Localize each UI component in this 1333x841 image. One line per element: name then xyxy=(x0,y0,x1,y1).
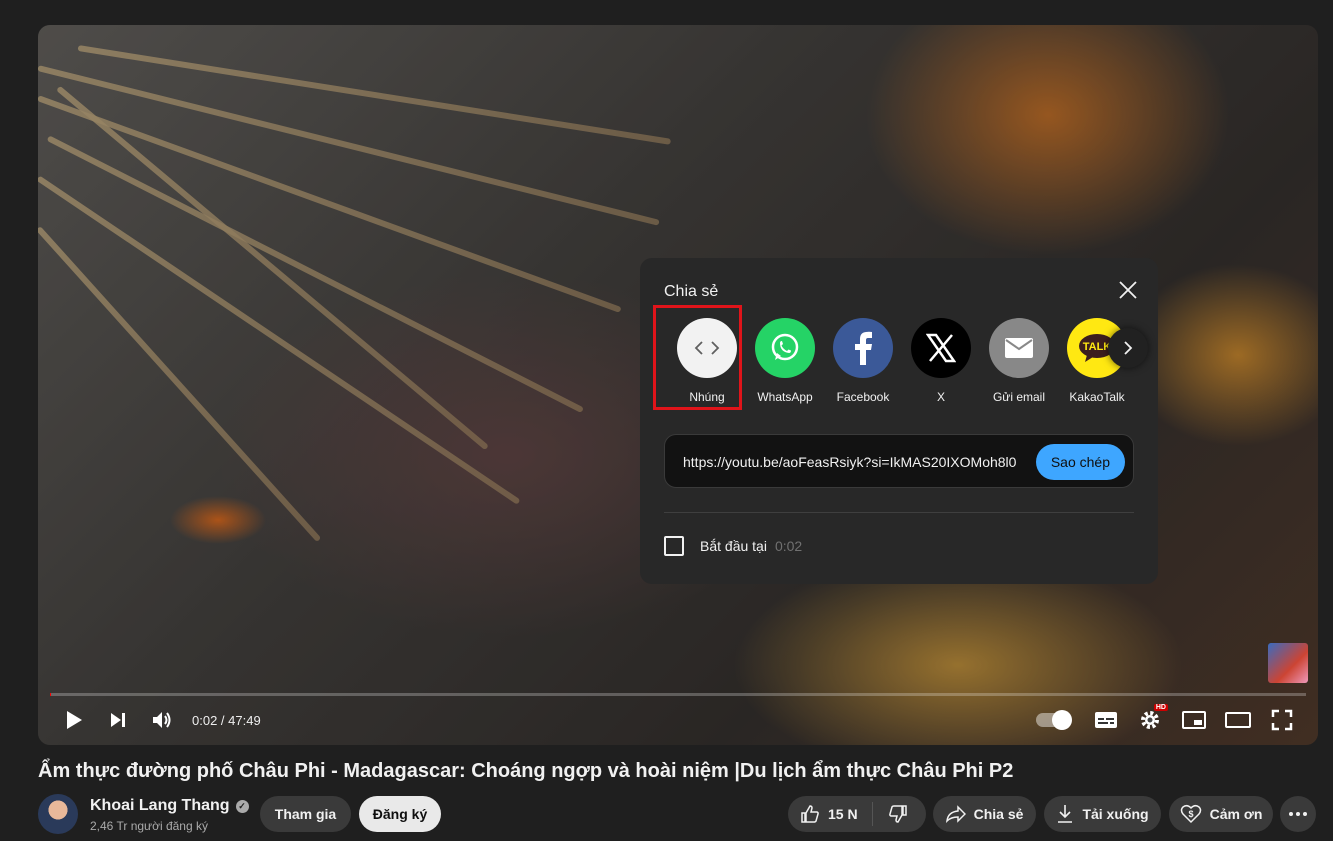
close-button[interactable] xyxy=(1116,278,1140,302)
autoplay-toggle[interactable] xyxy=(1036,710,1072,730)
share-button[interactable]: Chia sẻ xyxy=(933,796,1036,832)
channel-watermark[interactable] xyxy=(1268,643,1308,683)
fullscreen-button[interactable] xyxy=(1260,698,1304,742)
player-controls: 0:02 / 47:49 HD xyxy=(38,695,1318,745)
video-title: Ẩm thực đường phố Châu Phi - Madagascar:… xyxy=(38,760,1014,782)
total-duration: 47:49 xyxy=(228,712,261,728)
dislike-button[interactable] xyxy=(873,796,923,832)
share-button-label: Chia sẻ xyxy=(973,806,1024,822)
fullscreen-icon xyxy=(1271,709,1293,731)
subtitles-button[interactable] xyxy=(1084,698,1128,742)
share-target-label: Facebook xyxy=(836,390,890,404)
start-at-row: Bắt đầu tại 0:02 xyxy=(664,536,802,556)
share-target-label: WhatsApp xyxy=(757,390,813,404)
share-target-whatsapp[interactable]: WhatsApp xyxy=(746,318,824,404)
verified-icon: ✓ xyxy=(235,799,249,813)
share-url: https://youtu.be/aoFeasRsiyk?si=IkMAS20I… xyxy=(683,454,1017,470)
gear-icon xyxy=(1141,711,1159,729)
share-next-button[interactable] xyxy=(1108,328,1148,368)
close-icon xyxy=(1119,281,1137,299)
share-dialog-title: Chia sẻ xyxy=(664,283,719,300)
subtitles-icon xyxy=(1095,712,1117,728)
subscribe-button[interactable]: Đăng ký xyxy=(359,796,441,832)
download-icon xyxy=(1058,805,1073,823)
time-separator: / xyxy=(217,712,229,728)
divider xyxy=(664,512,1134,513)
next-icon xyxy=(111,713,125,727)
play-button[interactable] xyxy=(52,698,96,742)
start-at-label: Bắt đầu tại xyxy=(700,538,767,554)
chevron-right-icon xyxy=(1124,341,1133,355)
download-button-label: Tải xuống xyxy=(1082,806,1149,822)
share-dialog: Chia sẻ Nhúng WhatsApp Facebook X Gửi em… xyxy=(640,258,1158,584)
thumbs-up-icon xyxy=(801,805,819,823)
share-target-label: KakaoTalk xyxy=(1069,390,1125,404)
more-horizontal-icon xyxy=(1289,812,1307,816)
thanks-button[interactable]: $ Cảm ơn xyxy=(1169,796,1273,832)
volume-icon xyxy=(153,712,171,728)
svg-text:$: $ xyxy=(1188,809,1193,819)
x-icon xyxy=(911,318,971,378)
channel-name[interactable]: Khoai Lang Thang xyxy=(90,797,230,815)
share-target-label: Gửi email xyxy=(992,390,1046,404)
volume-button[interactable] xyxy=(140,698,184,742)
miniplayer-button[interactable] xyxy=(1172,698,1216,742)
share-arrow-icon xyxy=(945,805,966,823)
channel-name-row[interactable]: Khoai Lang Thang ✓ xyxy=(90,797,249,815)
heart-dollar-icon: $ xyxy=(1180,804,1201,824)
subscriber-count: 2,46 Tr người đăng ký xyxy=(90,819,208,833)
share-target-x[interactable]: X xyxy=(902,318,980,404)
avatar[interactable] xyxy=(38,794,78,834)
like-count: 15 N xyxy=(828,806,858,822)
hd-badge: HD xyxy=(1153,704,1168,711)
copy-button[interactable]: Sao chép xyxy=(1035,444,1125,480)
share-target-facebook[interactable]: Facebook xyxy=(824,318,902,404)
email-icon xyxy=(989,318,1049,378)
time-display: 0:02 / 47:49 xyxy=(192,713,261,728)
share-url-field[interactable]: https://youtu.be/aoFeasRsiyk?si=IkMAS20I… xyxy=(664,434,1134,488)
like-button[interactable]: 15 N xyxy=(788,796,858,832)
join-button[interactable]: Tham gia xyxy=(260,796,351,832)
thumbs-down-icon xyxy=(888,805,907,823)
facebook-icon xyxy=(833,318,893,378)
share-target-email[interactable]: Gửi email xyxy=(980,318,1058,404)
share-target-label: X xyxy=(936,390,945,404)
start-at-checkbox[interactable] xyxy=(664,536,684,556)
current-time: 0:02 xyxy=(192,712,218,728)
next-button[interactable] xyxy=(96,698,140,742)
highlight-box xyxy=(653,305,742,410)
start-at-time[interactable]: 0:02 xyxy=(775,538,802,554)
theater-icon xyxy=(1225,712,1251,728)
whatsapp-icon xyxy=(755,318,815,378)
play-icon xyxy=(67,711,82,729)
thanks-button-label: Cảm ơn xyxy=(1209,806,1263,822)
more-actions-button[interactable] xyxy=(1280,796,1316,832)
miniplayer-icon xyxy=(1182,711,1206,729)
theater-mode-button[interactable] xyxy=(1216,698,1260,742)
like-dislike-group: 15 N xyxy=(788,796,926,832)
settings-button[interactable]: HD xyxy=(1128,698,1172,742)
download-button[interactable]: Tải xuống xyxy=(1044,796,1161,832)
